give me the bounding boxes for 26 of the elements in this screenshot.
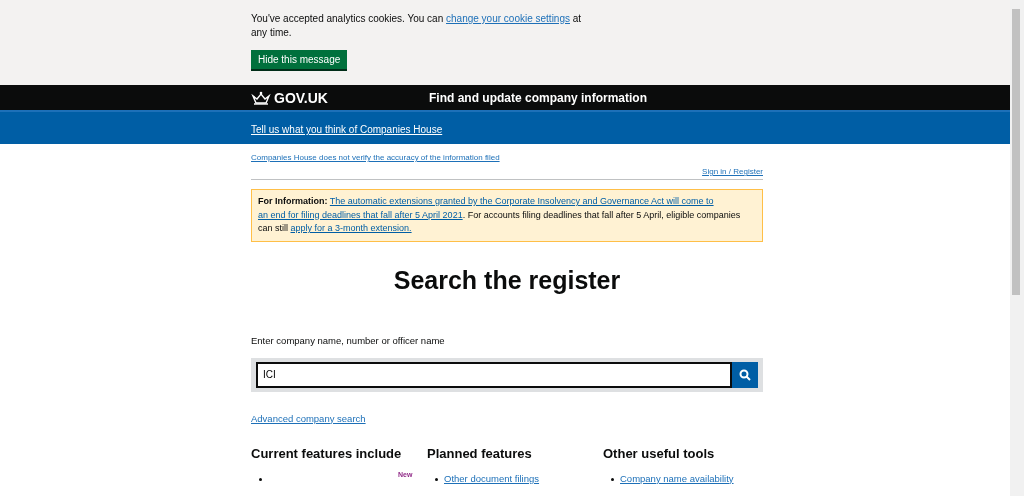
search-button[interactable] <box>732 361 758 388</box>
page-title: Search the register <box>392 265 622 295</box>
advanced-search-link[interactable]: Advanced company search <box>251 412 763 424</box>
search-icon <box>739 368 751 381</box>
search-label: Enter company name, number or officer name <box>251 334 446 346</box>
cookie-settings-link[interactable]: change your cookie settings <box>446 13 570 24</box>
crown-icon <box>251 90 271 105</box>
apply-extension-link[interactable]: apply for a 3-month extension. <box>290 223 412 233</box>
section-heading: Current features include <box>251 445 403 461</box>
extensions-link[interactable]: The automatic extensions granted by the Corporate Insolvency and Governance Act will come to <box>329 196 714 206</box>
govuk-logo[interactable]: GOV.UK <box>274 89 328 106</box>
cookie-message: You've accepted analytics cookies. You can change your cookie settings at any time. <box>251 12 583 40</box>
feature-link[interactable]: Other document filings <box>444 472 540 485</box>
disclaimer-link[interactable]: Companies House does not verify the accuracy of the information filed <box>251 153 763 162</box>
sign-in-link[interactable]: Sign in / Register <box>702 167 763 176</box>
feedback-link[interactable]: Tell us what you think of Companies House <box>251 124 443 135</box>
hide-message-button[interactable]: Hide this message <box>251 50 348 69</box>
service-name[interactable]: Find and update company information <box>429 90 647 105</box>
search-field[interactable]: ICI <box>256 361 732 388</box>
scrollbar-thumb[interactable] <box>1012 9 1020 295</box>
extensions-link[interactable]: an end for filing deadlines that fall after 5 April 2021 <box>258 209 463 220</box>
notice-text: For Information: The automatic extensions granted by the Corporate Insolvency and Governance Act will come to an end for filing deadlines that fall after 5 April 2021. For accounts filing deadlines that fall after 5 April, eligible companies can still apply for a 3-month extension. <box>258 195 742 235</box>
scrollbar[interactable] <box>1010 0 1024 496</box>
section-heading: Other useful tools <box>603 445 716 461</box>
section-heading: Planned features <box>427 445 533 461</box>
feature-link[interactable]: Company name availability <box>620 472 734 485</box>
